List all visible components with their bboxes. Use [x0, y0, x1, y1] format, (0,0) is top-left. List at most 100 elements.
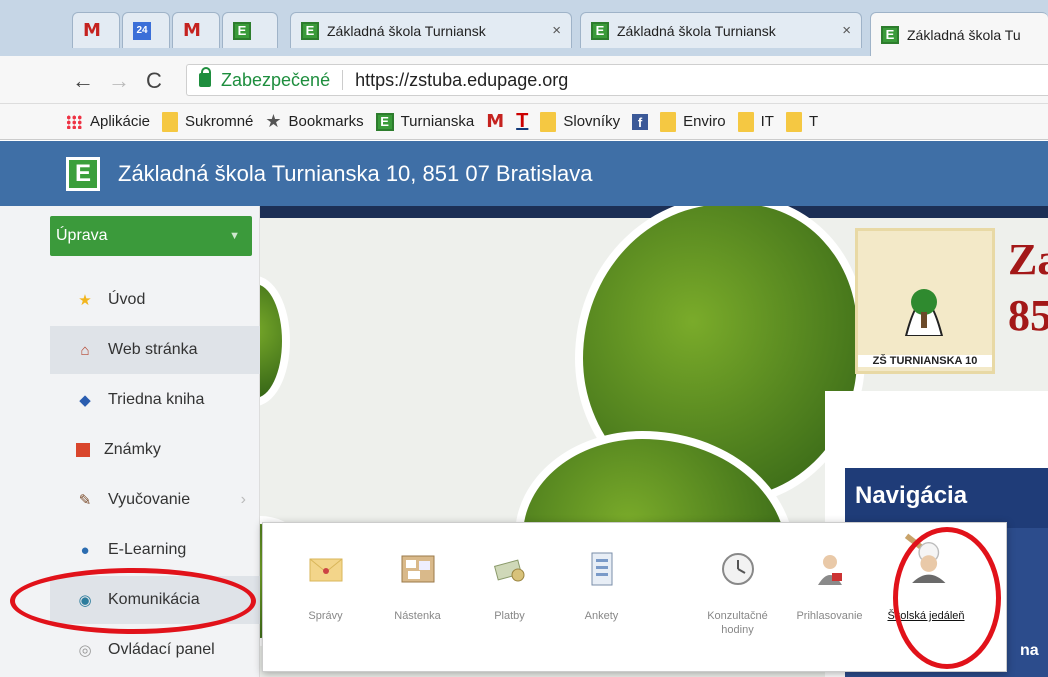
browser-tab[interactable]: E	[222, 12, 278, 48]
submenu-label: Platby	[494, 610, 525, 622]
browser-tab[interactable]: E Základná škola Turniansk ×	[580, 12, 862, 48]
navigation-title: Navigácia	[845, 468, 1048, 528]
bookmarks-bar: Aplikácie Sukromné ★ Bookmarks E Turniansk…	[0, 104, 1048, 140]
bookmark-label: IT	[760, 113, 774, 130]
edupage-logo[interactable]: E	[66, 156, 100, 191]
noticeboard-icon	[401, 555, 434, 583]
folder-icon	[540, 111, 557, 132]
close-tab-icon[interactable]: ×	[842, 22, 851, 39]
back-arrow-icon[interactable]: ←	[72, 68, 94, 94]
bookmark-enviro[interactable]: Enviro	[660, 111, 726, 132]
book-icon: ◆	[79, 392, 91, 409]
sidebar-item-label: Úvod	[108, 291, 146, 308]
edit-label: Úprava	[56, 227, 108, 244]
tab-title: Základná škola Tu	[907, 26, 1021, 43]
komunikacia-submenu: Správy Nástenka Platby Ankety Konzultačn…	[262, 522, 1007, 672]
edupage-icon: E	[375, 112, 394, 131]
submenu-label: Školská jedáleň	[887, 610, 965, 622]
bookmark-gmail[interactable]: M	[486, 111, 504, 132]
calendar-icon: 24	[133, 21, 151, 40]
school-logo[interactable]: ZŠ TURNIANSKA 10	[855, 228, 995, 374]
submenu-label: Správy	[308, 610, 343, 622]
bookmark-t-folder[interactable]: T	[785, 111, 819, 132]
clover-leaf-image	[260, 276, 290, 406]
bookmark-turnianska[interactable]: E Turnianska	[375, 112, 475, 131]
sidebar-item-label: Triedna kniha	[108, 391, 205, 408]
submenu-item-ankety[interactable]: Ankety	[559, 523, 644, 673]
sidebar-item-web-stranka[interactable]: ⌂ Web stránka	[50, 326, 260, 374]
submenu-label: Prihlasovanie	[796, 610, 863, 622]
bookmark-bookmarks[interactable]: ★ Bookmarks	[265, 111, 363, 132]
submenu-item-platby[interactable]: Platby	[467, 523, 552, 673]
gmail-icon: M	[486, 111, 505, 132]
bookmark-t[interactable]: T	[516, 110, 528, 133]
submenu-label: Ankety	[584, 610, 619, 622]
sidebar-item-label: Známky	[104, 441, 161, 458]
payments-icon	[493, 559, 524, 582]
forward-arrow-icon[interactable]: →	[108, 68, 130, 94]
sidebar-item-ovladaci-panel[interactable]: ◎ Ovládací panel	[50, 626, 260, 674]
house-icon: ⌂	[80, 341, 90, 359]
submenu-item-nastenka[interactable]: Nástenka	[375, 523, 460, 673]
folder-icon	[162, 111, 179, 132]
bookmark-slovniky[interactable]: Slovníky	[540, 111, 621, 132]
sidebar-item-label: E-Learning	[108, 541, 187, 558]
url-text: https://zstuba.edupage.org	[355, 69, 569, 90]
browser-tab-active[interactable]: E Základná škola Tu	[870, 12, 1048, 56]
sidebar-item-label: Ovládací panel	[108, 641, 215, 658]
sidebar-item-triedna-kniha[interactable]: ◆ Triedna kniha	[50, 376, 260, 424]
bookmark-label: Turnianska	[400, 113, 475, 130]
browser-tab[interactable]: M	[172, 12, 220, 48]
school-name-line: Za	[1008, 235, 1048, 284]
submenu-item-spravy[interactable]: Správy	[283, 523, 368, 673]
submenu-item-konzultacne-hodiny[interactable]: Konzultačné hodiny	[695, 523, 780, 673]
bookmark-label: Bookmarks	[288, 113, 364, 130]
navigation-item-partial[interactable]: na	[1020, 642, 1039, 660]
star-icon: ★	[265, 111, 282, 131]
secure-label: Zabezpečené	[221, 69, 331, 90]
elearning-icon: ●	[80, 541, 90, 559]
folder-icon	[660, 111, 677, 132]
edupage-icon: E	[233, 21, 251, 40]
sidebar-item-e-learning[interactable]: ● E-Learning	[50, 526, 260, 574]
browser-tab-bar: M 24 M E E Základná škola Turniansk × E …	[0, 0, 1048, 56]
browser-tab[interactable]: 24	[122, 12, 170, 48]
reload-icon[interactable]: C	[146, 68, 162, 94]
tab-title: Základná škola Turniansk	[617, 22, 776, 39]
caret-down-icon: ▼	[229, 230, 240, 242]
school-name-partial: Za 85	[1008, 232, 1048, 344]
submenu-label: Nástenka	[394, 610, 441, 622]
chef-icon	[904, 533, 945, 583]
edit-button[interactable]: Úprava ▼	[50, 216, 252, 256]
site-title[interactable]: Základná škola Turnianska 10, 851 07 Bra…	[118, 161, 593, 187]
grades-icon	[76, 443, 90, 457]
browser-tab[interactable]: M	[72, 12, 120, 48]
chevron-right-icon: ›	[240, 491, 246, 508]
bookmark-facebook[interactable]: f	[632, 113, 649, 130]
sidebar-item-uvod[interactable]: ★ Úvod	[50, 276, 260, 324]
school-logo-label: ZŠ TURNIANSKA 10	[858, 355, 992, 367]
folder-icon	[785, 111, 802, 132]
submenu-item-prihlasovanie[interactable]: Prihlasovanie	[787, 523, 872, 673]
sidebar-item-komunikacia[interactable]: ◉ Komunikácia	[50, 576, 260, 624]
folder-icon	[737, 111, 754, 132]
bookmark-apps[interactable]: Aplikácie	[90, 113, 150, 130]
facebook-icon: f	[632, 113, 649, 130]
close-tab-icon[interactable]: ×	[552, 22, 561, 39]
browser-tab[interactable]: E Základná škola Turniansk ×	[290, 12, 572, 48]
bookmark-sukromne[interactable]: Sukromné	[162, 111, 254, 132]
bookmark-label: Sukromné	[185, 113, 254, 130]
bookmark-label: T	[808, 113, 819, 130]
submenu-item-skolska-jedalen[interactable]: Školská jedáleň	[883, 523, 968, 673]
bookmark-it[interactable]: IT	[737, 111, 774, 132]
sidebar-item-vyucovanie[interactable]: ✎ Vyučovanie ›	[50, 476, 260, 524]
sidebar-item-znamky[interactable]: Známky	[50, 426, 260, 474]
bookmark-label: Enviro	[683, 113, 726, 130]
bookmark-label: Aplikácie	[90, 113, 151, 130]
apps-icon	[66, 115, 82, 129]
school-name-line: 85	[1008, 291, 1048, 340]
url-input[interactable]: Zabezpečené https://zstuba.edupage.org	[186, 64, 1048, 96]
divider	[342, 70, 344, 90]
bookmark-label: Slovníky	[563, 113, 621, 130]
tab-title: Základná škola Turniansk	[327, 22, 486, 39]
